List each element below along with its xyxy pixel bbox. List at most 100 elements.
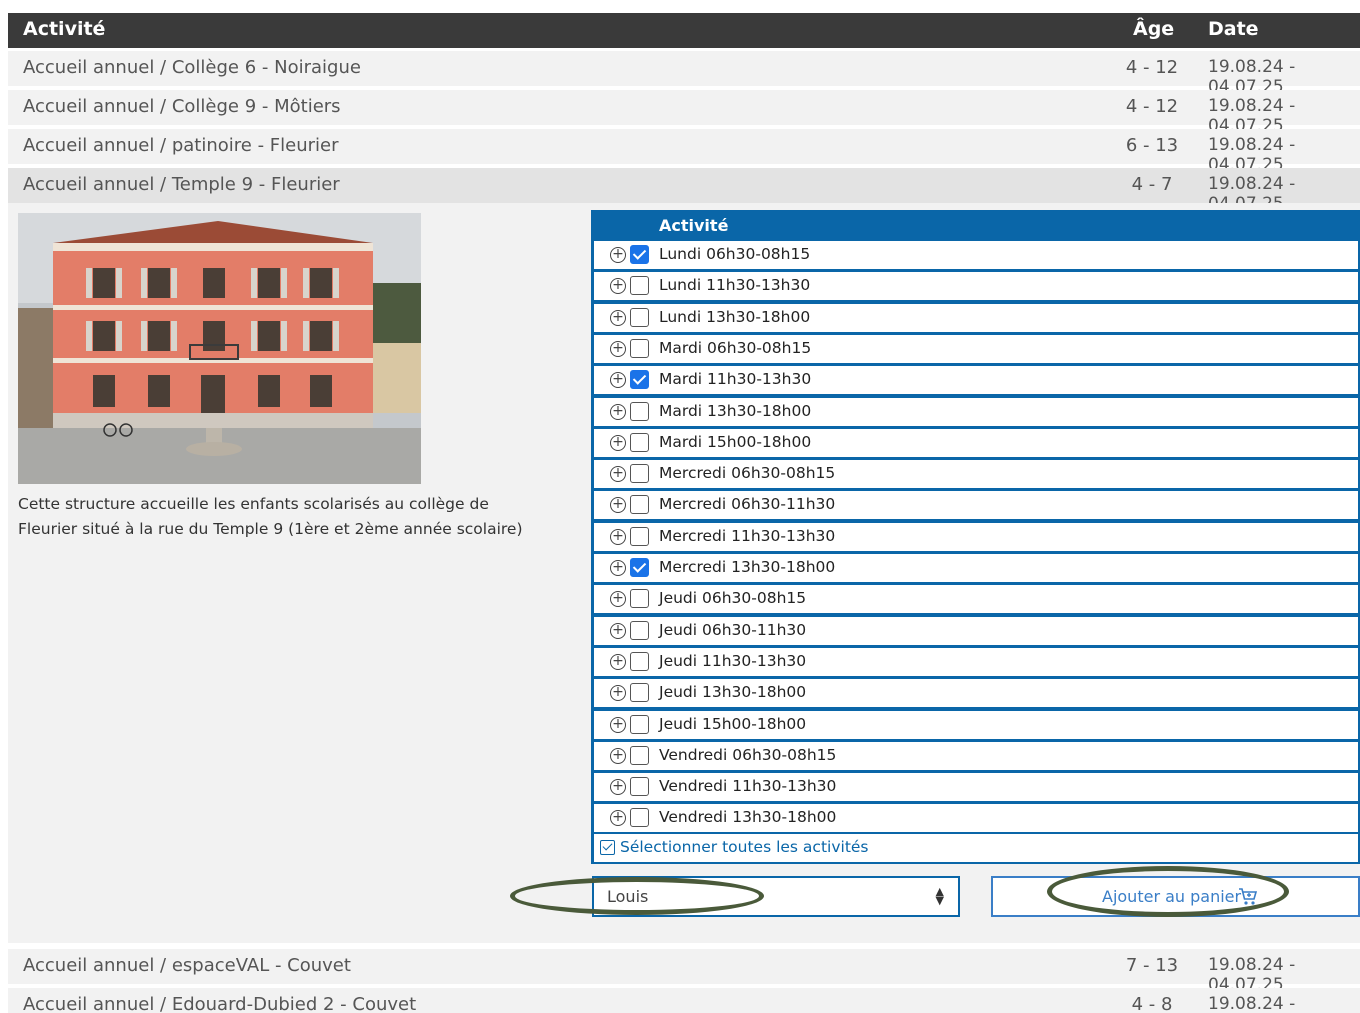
slot-row[interactable]: + Jeudi 13h30-18h00 [594,679,1358,708]
slot-label: Lundi 13h30-18h00 [659,307,811,326]
slot-checkbox[interactable] [630,651,649,671]
slot-row[interactable]: + Lundi 13h30-18h00 [594,303,1358,332]
slot-label: Jeudi 13h30-18h00 [659,683,807,702]
header-activity: Activité [23,18,106,40]
slot-label: Mardi 11h30-13h30 [659,370,812,389]
table-header: Activité Âge Date [8,13,1360,48]
slot-checkbox[interactable] [630,276,649,296]
plus-circle-icon[interactable]: + [610,716,626,733]
plus-circle-icon[interactable]: + [610,779,626,796]
plus-circle-icon[interactable]: + [610,685,626,702]
slot-checkbox[interactable] [630,808,649,828]
slot-checkbox[interactable] [630,432,649,452]
slot-checkbox[interactable] [630,307,649,327]
slot-checkbox[interactable] [630,338,649,358]
activity-age: 4 - 7 [1131,174,1173,195]
slot-checkbox[interactable] [630,526,649,546]
slot-label: Mardi 15h00-18h00 [659,432,812,451]
slot-row[interactable]: + Mercredi 06h30-08h15 [594,460,1358,489]
slot-checkbox[interactable] [630,683,649,703]
slot-checkbox[interactable] [630,245,649,264]
slot-row[interactable]: + Vendredi 06h30-08h15 [594,741,1358,770]
activity-slots-table: Activité + Lundi 06h30-08h15 + Lundi 11h30-… [591,210,1360,864]
plus-circle-icon[interactable]: + [610,653,626,670]
add-to-cart-label: Ajouter au panier [1102,887,1242,906]
checkbox-icon [600,840,615,855]
header-age: Âge [1133,18,1175,40]
activity-age: 4 - 12 [1125,57,1179,78]
slot-checkbox[interactable] [630,370,649,390]
slot-row[interactable]: + Mercredi 11h30-13h30 [594,522,1358,551]
slot-row[interactable]: + Mercredi 13h30-18h00 [594,554,1358,582]
select-all-label: Sélectionner toutes les activités [620,838,869,856]
slot-row[interactable]: + Mardi 11h30-13h30 [594,366,1358,395]
slot-row[interactable]: + Lundi 11h30-13h30 [594,272,1358,301]
plus-circle-icon[interactable]: + [610,309,626,326]
slot-label: Vendredi 06h30-08h15 [659,745,837,764]
plus-circle-icon[interactable]: + [610,591,626,608]
slot-label: Jeudi 06h30-11h30 [659,620,807,639]
activity-row[interactable]: Accueil annuel / Collège 9 - Môtiers 4 -… [8,90,1360,136]
slot-row[interactable]: + Mardi 13h30-18h00 [594,397,1358,426]
slot-label: Mercredi 13h30-18h00 [659,558,836,576]
plus-circle-icon[interactable]: + [610,622,626,639]
slot-checkbox[interactable] [630,558,649,577]
slot-checkbox[interactable] [630,589,649,609]
slot-checkbox[interactable] [630,777,649,797]
slot-label: Jeudi 15h00-18h00 [659,714,807,733]
slot-checkbox[interactable] [630,714,649,734]
slot-row[interactable]: + Mardi 15h00-18h00 [594,428,1358,457]
slot-row[interactable]: + Jeudi 06h30-11h30 [594,616,1358,645]
child-select-value: Louis [607,887,649,906]
slot-checkbox[interactable] [630,401,649,421]
slots-table-header: Activité [591,210,1360,241]
select-all-activities[interactable]: Sélectionner toutes les activités [594,834,1358,862]
slot-label: Jeudi 11h30-13h30 [659,651,807,670]
activity-row[interactable]: Accueil annuel / Collège 6 - Noiraigue 4… [8,51,1360,97]
plus-circle-icon[interactable]: + [610,466,626,483]
activity-age: 4 - 12 [1125,96,1179,117]
activity-age: 6 - 13 [1125,135,1179,156]
slot-row[interactable]: + Jeudi 06h30-08h15 [594,585,1358,614]
plus-circle-icon[interactable]: + [610,434,626,451]
plus-circle-icon[interactable]: + [610,403,626,420]
plus-circle-icon[interactable]: + [610,372,626,389]
plus-circle-icon[interactable]: + [610,747,626,764]
slot-row[interactable]: + Jeudi 11h30-13h30 [594,647,1358,676]
slot-row[interactable]: + Mardi 06h30-08h15 [594,334,1358,363]
activity-row[interactable]: Accueil annuel / espaceVAL - Couvet 7 - … [8,949,1360,995]
slot-checkbox[interactable] [630,495,649,515]
activity-name: Accueil annuel / Collège 6 - Noiraigue [23,57,361,78]
activity-name: Accueil annuel / Temple 9 - Fleurier [23,174,340,195]
activity-name: Accueil annuel / Edouard-Dubied 2 - Couv… [23,994,417,1013]
building-illustration [18,213,421,484]
activity-row-expanded[interactable]: Accueil annuel / Temple 9 - Fleurier 4 -… [8,168,1360,214]
slot-label: Lundi 11h30-13h30 [659,276,811,295]
slot-label: Vendredi 13h30-18h00 [659,808,837,827]
activity-row[interactable]: Accueil annuel / Edouard-Dubied 2 - Couv… [8,988,1360,1013]
slot-checkbox[interactable] [630,745,649,765]
select-arrows-icon: ▲ ▼ [935,885,944,907]
slot-row[interactable]: + Jeudi 15h00-18h00 [594,710,1358,739]
slot-checkbox[interactable] [630,464,649,484]
plus-circle-icon[interactable]: + [610,247,626,263]
slot-label: Mercredi 06h30-11h30 [659,495,836,514]
slot-label: Mardi 13h30-18h00 [659,401,812,420]
activity-row[interactable]: Accueil annuel / patinoire - Fleurier 6 … [8,129,1360,175]
add-to-cart-button[interactable]: Ajouter au panier [991,876,1360,917]
activity-name: Accueil annuel / espaceVAL - Couvet [23,955,351,976]
plus-circle-icon[interactable]: + [610,810,626,827]
slot-row[interactable]: + Lundi 06h30-08h15 [594,241,1358,269]
plus-circle-icon[interactable]: + [610,278,626,295]
slot-row[interactable]: + Vendredi 13h30-18h00 [594,804,1358,833]
slot-label: Vendredi 11h30-13h30 [659,777,837,796]
plus-circle-icon[interactable]: + [610,560,626,576]
plus-circle-icon[interactable]: + [610,528,626,545]
slot-checkbox[interactable] [630,620,649,640]
plus-circle-icon[interactable]: + [610,340,626,357]
plus-circle-icon[interactable]: + [610,497,626,514]
child-select[interactable]: Louis ▲ ▼ [592,876,960,917]
slot-row[interactable]: + Vendredi 11h30-13h30 [594,773,1358,802]
slot-row[interactable]: + Mercredi 06h30-11h30 [594,491,1358,520]
shopping-cart-icon [1239,888,1258,905]
